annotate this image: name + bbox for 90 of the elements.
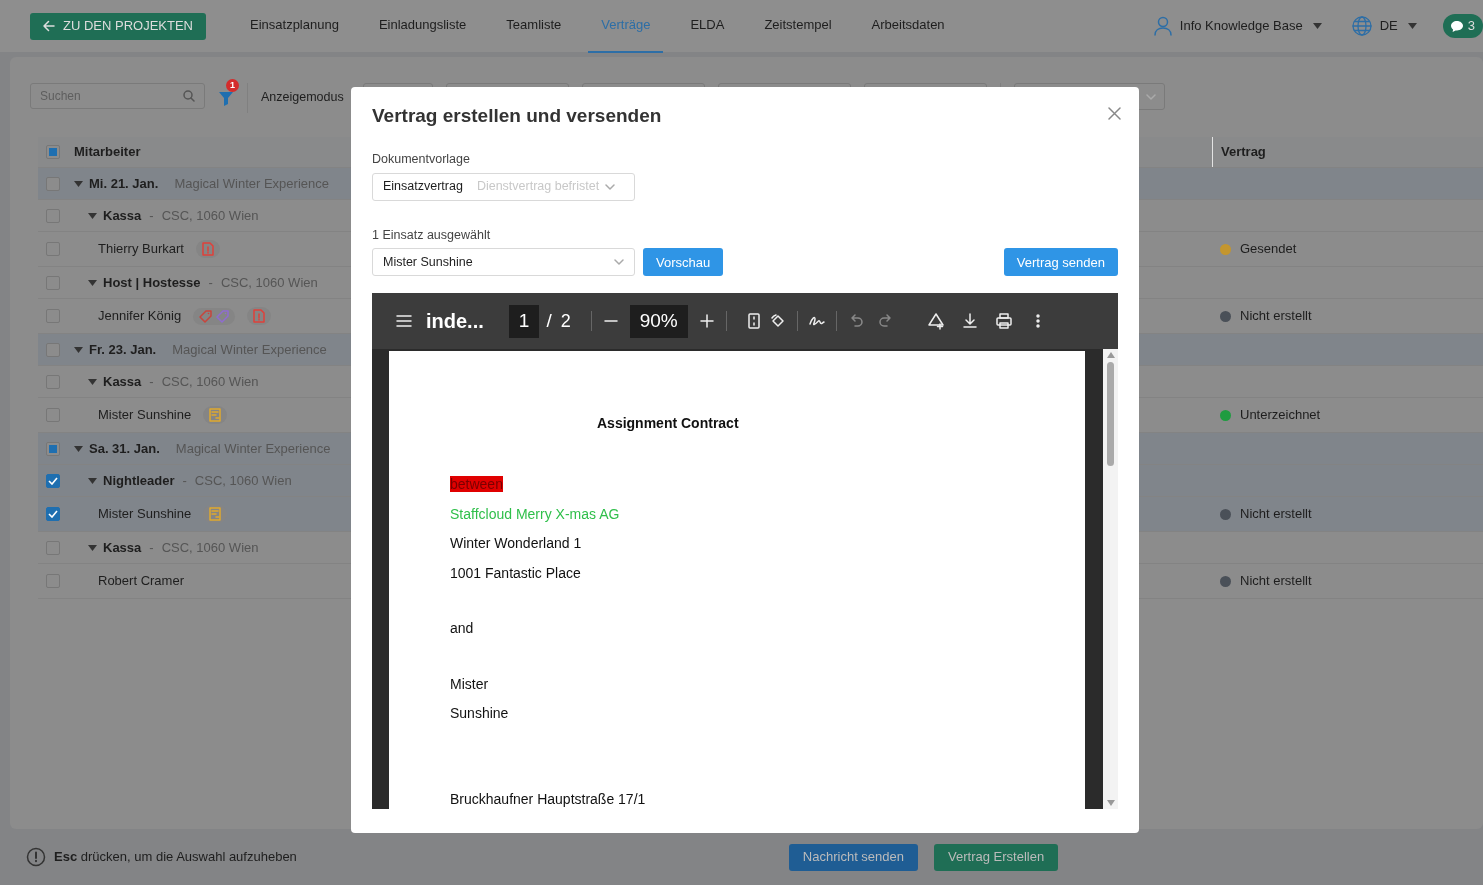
checkbox[interactable] [46, 507, 60, 521]
user-icon [1153, 16, 1172, 36]
action-button[interactable]: Vertrag senden [1003, 248, 1118, 277]
employee-name: Jennifer König [98, 307, 182, 326]
position-label: Kassa [103, 372, 142, 391]
employee-name: Mister Sunshine [98, 505, 192, 524]
page-number-field[interactable]: 1 [508, 305, 540, 338]
file-name: inde... [426, 309, 484, 335]
position-label: Kassa [103, 206, 142, 225]
caret-icon[interactable] [88, 378, 97, 385]
nav-tab[interactable]: Teamliste [506, 0, 562, 53]
caret-down-icon [1312, 23, 1322, 29]
document-line: Winter Wonderland 1 [450, 535, 582, 552]
nav-tab[interactable]: Zeitstempel [764, 0, 832, 53]
page-count: 2 [560, 309, 571, 333]
scrollbar-thumb[interactable] [1107, 362, 1114, 467]
language-menu[interactable]: DE [1379, 16, 1398, 36]
employee-name: Thierry Burkart [98, 240, 184, 259]
caret-icon[interactable] [74, 445, 83, 452]
user-menu[interactable]: Info Knowledge Base [1179, 16, 1303, 36]
field-label: Dokumentvorlage [372, 150, 471, 168]
caret-icon[interactable] [74, 346, 83, 353]
separator: - [149, 538, 154, 557]
position-label: Kassa [103, 538, 142, 557]
page-separator: / [546, 309, 552, 334]
scroll-down-icon[interactable] [1106, 800, 1115, 806]
zoom-field[interactable]: 90% [629, 305, 688, 338]
employee-name: Robert Cramer [98, 572, 184, 591]
search-icon [183, 90, 195, 102]
add-shape-icon[interactable] [926, 312, 945, 331]
action-button[interactable]: Nachricht senden [788, 843, 918, 871]
caret-icon[interactable] [88, 212, 97, 219]
field-label: 1 Einsatz ausgewählt [372, 226, 492, 244]
document-line: Bruckhaufner Hauptstraße 17/1 [450, 790, 646, 807]
caret-icon[interactable] [88, 279, 97, 286]
globe-icon [1351, 16, 1372, 36]
action-button[interactable]: Vorschau [643, 248, 724, 277]
separator: - [149, 372, 154, 391]
info-icon [26, 847, 46, 867]
document-line: 1001 Fantastic Place [450, 564, 581, 581]
dialog-title: Vertrag erstellen und versenden [372, 105, 662, 128]
document-line: Mister [450, 675, 489, 692]
view-mode-label: Anzeigemodus [261, 89, 344, 106]
chevron-down-icon [605, 183, 616, 190]
print-icon[interactable] [994, 312, 1013, 331]
document-line: and [450, 620, 474, 637]
scroll-up-icon[interactable] [1106, 352, 1115, 359]
employee-name: Mister Sunshine [98, 406, 192, 425]
hint-text: Esc drücken, um die Auswahl aufzuheben [54, 848, 297, 867]
status-label: Gesendet [1240, 240, 1297, 259]
column-header: Mitarbeiter [74, 143, 141, 162]
status-label: Nicht erstellt [1240, 307, 1312, 326]
date-label: Sa. 31. Jan. [89, 439, 160, 458]
status-label: Unterzeichnet [1240, 406, 1321, 425]
status-label: Nicht erstellt [1240, 572, 1312, 591]
chat-bubble-icon [1450, 20, 1463, 32]
nav-tab[interactable]: Arbeitsdaten [871, 0, 945, 53]
plus-icon[interactable] [697, 312, 716, 331]
action-button[interactable]: Vertrag Erstellen [934, 843, 1059, 871]
caret-icon[interactable] [88, 544, 97, 551]
separator: - [182, 471, 187, 490]
close-icon [1108, 107, 1121, 121]
date-label: Fr. 23. Jan. [89, 340, 157, 359]
column-header: Vertrag [1221, 143, 1266, 162]
separator: - [208, 273, 213, 292]
date-label: Mi. 21. Jan. [89, 174, 159, 193]
caret-down-icon [1407, 23, 1417, 29]
caret-icon[interactable] [88, 477, 97, 484]
separator: - [149, 206, 154, 225]
nav-tab[interactable]: Einladungsliste [378, 0, 467, 53]
assignment-select[interactable]: Mister Sunshine [372, 248, 635, 277]
status-label: Nicht erstellt [1240, 505, 1312, 524]
chevron-down-icon [614, 259, 624, 266]
chevron-down-icon [1145, 93, 1156, 100]
arrow-left-icon [43, 20, 55, 32]
position-label: Nightleader [103, 471, 175, 490]
document-title: Assignment Contract [597, 414, 740, 434]
back-button[interactable]: ZU DEN PROJEKTEN [30, 12, 206, 40]
checkbox[interactable] [46, 441, 60, 456]
nav-tab[interactable]: ELDA [690, 0, 725, 53]
download-icon[interactable] [960, 312, 979, 331]
nav-tab[interactable]: Einsatzplanung [250, 0, 339, 53]
messages-badge[interactable]: 3 [1442, 14, 1483, 38]
caret-icon[interactable] [74, 180, 83, 187]
document-line: Sunshine [450, 705, 509, 722]
document-line: Staffcloud Merry X-mas AG [450, 505, 620, 522]
position-label: Host | Hostesse [103, 273, 201, 292]
checkbox[interactable] [46, 473, 60, 488]
checkbox[interactable] [46, 145, 60, 159]
filter-count-badge: 1 [226, 79, 239, 92]
